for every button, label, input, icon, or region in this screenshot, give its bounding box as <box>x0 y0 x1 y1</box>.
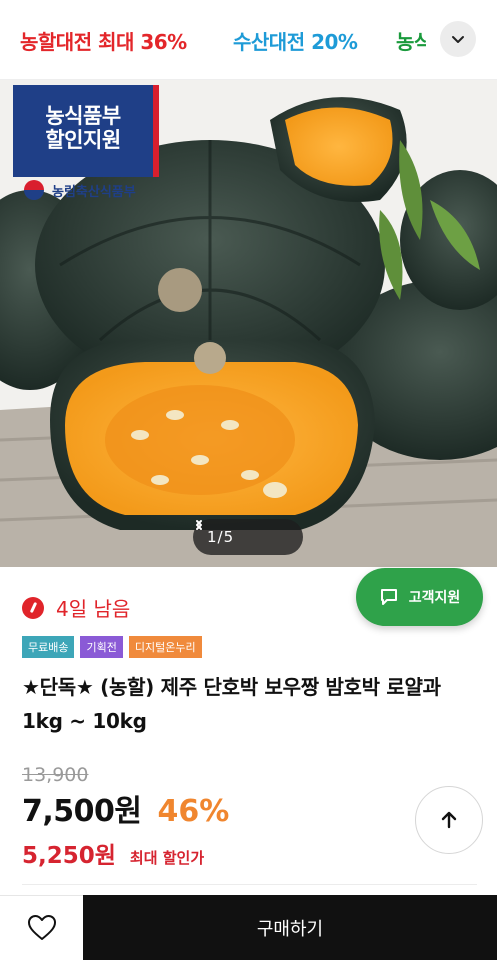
promo-item-seafood-sale[interactable]: 수산대전 20% <box>233 26 358 55</box>
promo-item-truncated[interactable]: 농식 <box>396 26 426 55</box>
pager-counter: 1/5 <box>207 528 235 546</box>
chat-icon <box>380 589 397 605</box>
buy-button[interactable]: 구매하기 <box>83 895 497 960</box>
chevron-right-icon[interactable] <box>193 519 205 531</box>
sale-deadline: 4일 남음 <box>22 593 130 622</box>
max-discount-row: 5,250원 최대 할인가 <box>22 836 204 870</box>
image-pager: 1/5 <box>193 519 303 555</box>
badge-line-2: 할인지원 <box>45 128 121 152</box>
promo-bar: 농할대전 최대 36% 수산대전 20% 농식 <box>0 0 497 80</box>
promo-more-button[interactable] <box>440 21 476 57</box>
divider <box>22 884 477 885</box>
ministry-name: 농림축산식품부 <box>52 184 136 200</box>
ministry-label: 농림축산식품부 <box>24 180 136 200</box>
promo-item-farm-sale[interactable]: 농할대전 최대 36% <box>20 26 187 55</box>
tag-special-event: 기획전 <box>80 636 123 658</box>
bottom-action-bar: 구매하기 <box>0 895 497 960</box>
arrow-up-icon <box>441 811 457 829</box>
badge-line-1: 농식품부 <box>45 104 121 128</box>
original-price: 13,900 <box>22 764 89 786</box>
ministry-emblem-icon <box>24 180 44 200</box>
tag-digital-onnuri: 디지털온누리 <box>128 636 202 658</box>
product-page: 농할대전 최대 36% 수산대전 20% 농식 <box>0 0 497 960</box>
gov-discount-badge: 농식품부 할인지원 <box>13 85 159 177</box>
max-discount-price: 5,250원 <box>22 843 116 869</box>
heart-icon <box>27 915 56 940</box>
sale-price: 7,500원 <box>22 794 142 829</box>
support-label: 고객지원 <box>408 590 461 606</box>
deadline-text: 4일 남음 <box>56 597 131 621</box>
product-image-carousel[interactable]: 농식품부 할인지원 농림축산식품부 1/5 <box>0 80 497 567</box>
product-tags: 무료배송 기획전 디지털온누리 <box>22 636 202 658</box>
timer-icon <box>22 596 44 619</box>
customer-support-button[interactable]: 고객지원 <box>356 568 483 626</box>
wishlist-button[interactable] <box>0 895 83 960</box>
price-row: 7,500원 46% <box>22 786 229 830</box>
discount-rate: 46% <box>157 794 230 829</box>
tag-free-shipping: 무료배송 <box>22 636 75 658</box>
max-discount-label: 최대 할인가 <box>129 849 205 867</box>
scroll-top-button[interactable] <box>415 786 483 854</box>
product-title: ★단독★ (농할) 제주 단호박 보우짱 밤호박 로얄과 1kg ~ 10kg <box>22 675 441 733</box>
chevron-down-icon <box>452 36 464 43</box>
